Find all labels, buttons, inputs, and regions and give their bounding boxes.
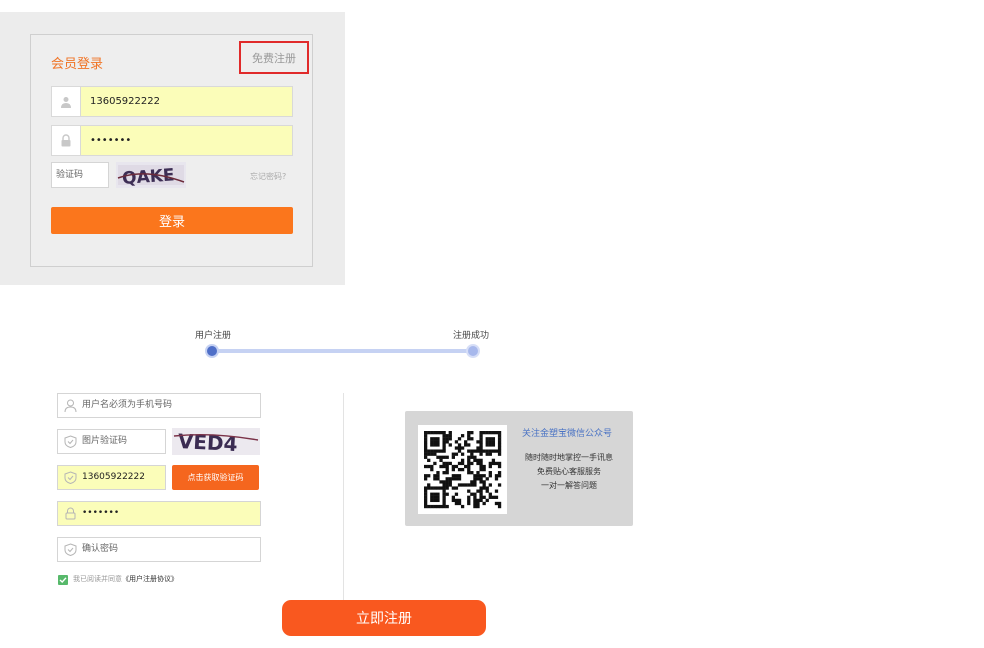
shield-icon: [64, 471, 77, 484]
qr-title: 关注金塑宝微信公众号: [522, 429, 613, 439]
lock-icon: [52, 126, 81, 155]
register-password-input[interactable]: •••••••: [57, 501, 261, 526]
agree-prefix: 我已阅读并同意: [73, 575, 122, 583]
free-register-link[interactable]: 免费注册: [239, 41, 309, 74]
register-phone-value: 13605922222: [82, 472, 145, 482]
image-captcha-placeholder: 图片验证码: [82, 436, 128, 446]
qr-line-2: 免费贴心客服服务: [537, 467, 601, 476]
step-dot-success: [466, 344, 480, 358]
register-submit-button[interactable]: 立即注册: [282, 600, 486, 636]
register-captcha-image[interactable]: VED4: [172, 428, 260, 456]
lock-icon: [65, 507, 76, 520]
step-label-register: 用户注册: [195, 331, 232, 341]
login-password-field[interactable]: •••••••: [51, 125, 293, 156]
get-sms-code-button[interactable]: 点击获取验证码: [172, 465, 259, 490]
qr-line-1: 随时随时地掌控一手讯息: [525, 453, 613, 462]
login-button[interactable]: 登录: [51, 207, 293, 234]
vertical-divider: [343, 393, 344, 603]
login-captcha-image[interactable]: QAKE: [116, 162, 186, 189]
login-phone-value: 13605922222: [90, 96, 160, 107]
image-captcha-input[interactable]: 图片验证码: [57, 429, 166, 454]
login-captcha-input[interactable]: 验证码: [51, 162, 109, 188]
agree-text: 我已阅读并同意《用户注册协议》: [73, 574, 178, 584]
register-phone-input[interactable]: 13605922222: [57, 465, 166, 490]
progress-track: [212, 349, 473, 353]
qr-line-3: 一对一解答问题: [541, 481, 597, 490]
confirm-password-input[interactable]: 确认密码: [57, 537, 261, 562]
login-password-value: •••••••: [90, 135, 132, 146]
user-agreement-link[interactable]: 《用户注册协议》: [122, 575, 178, 583]
forgot-password-link[interactable]: 忘记密码?: [250, 171, 286, 182]
username-input[interactable]: 用户名必须为手机号码: [57, 393, 261, 418]
step-dot-register: [205, 344, 219, 358]
agree-checkbox[interactable]: [58, 575, 68, 585]
register-password-value: •••••••: [82, 508, 120, 518]
shield-icon: [64, 435, 77, 448]
register-captcha-text: VED4: [177, 429, 238, 455]
wechat-qr-code: [418, 425, 507, 514]
checkmark-icon: [59, 577, 67, 583]
login-title: 会员登录: [51, 57, 104, 72]
username-placeholder: 用户名必须为手机号码: [82, 400, 173, 410]
shield-icon: [64, 543, 77, 556]
step-label-success: 注册成功: [453, 331, 490, 341]
user-icon: [64, 399, 77, 412]
login-phone-field[interactable]: 13605922222: [51, 86, 293, 117]
user-icon: [52, 87, 81, 116]
confirm-password-placeholder: 确认密码: [82, 544, 119, 554]
